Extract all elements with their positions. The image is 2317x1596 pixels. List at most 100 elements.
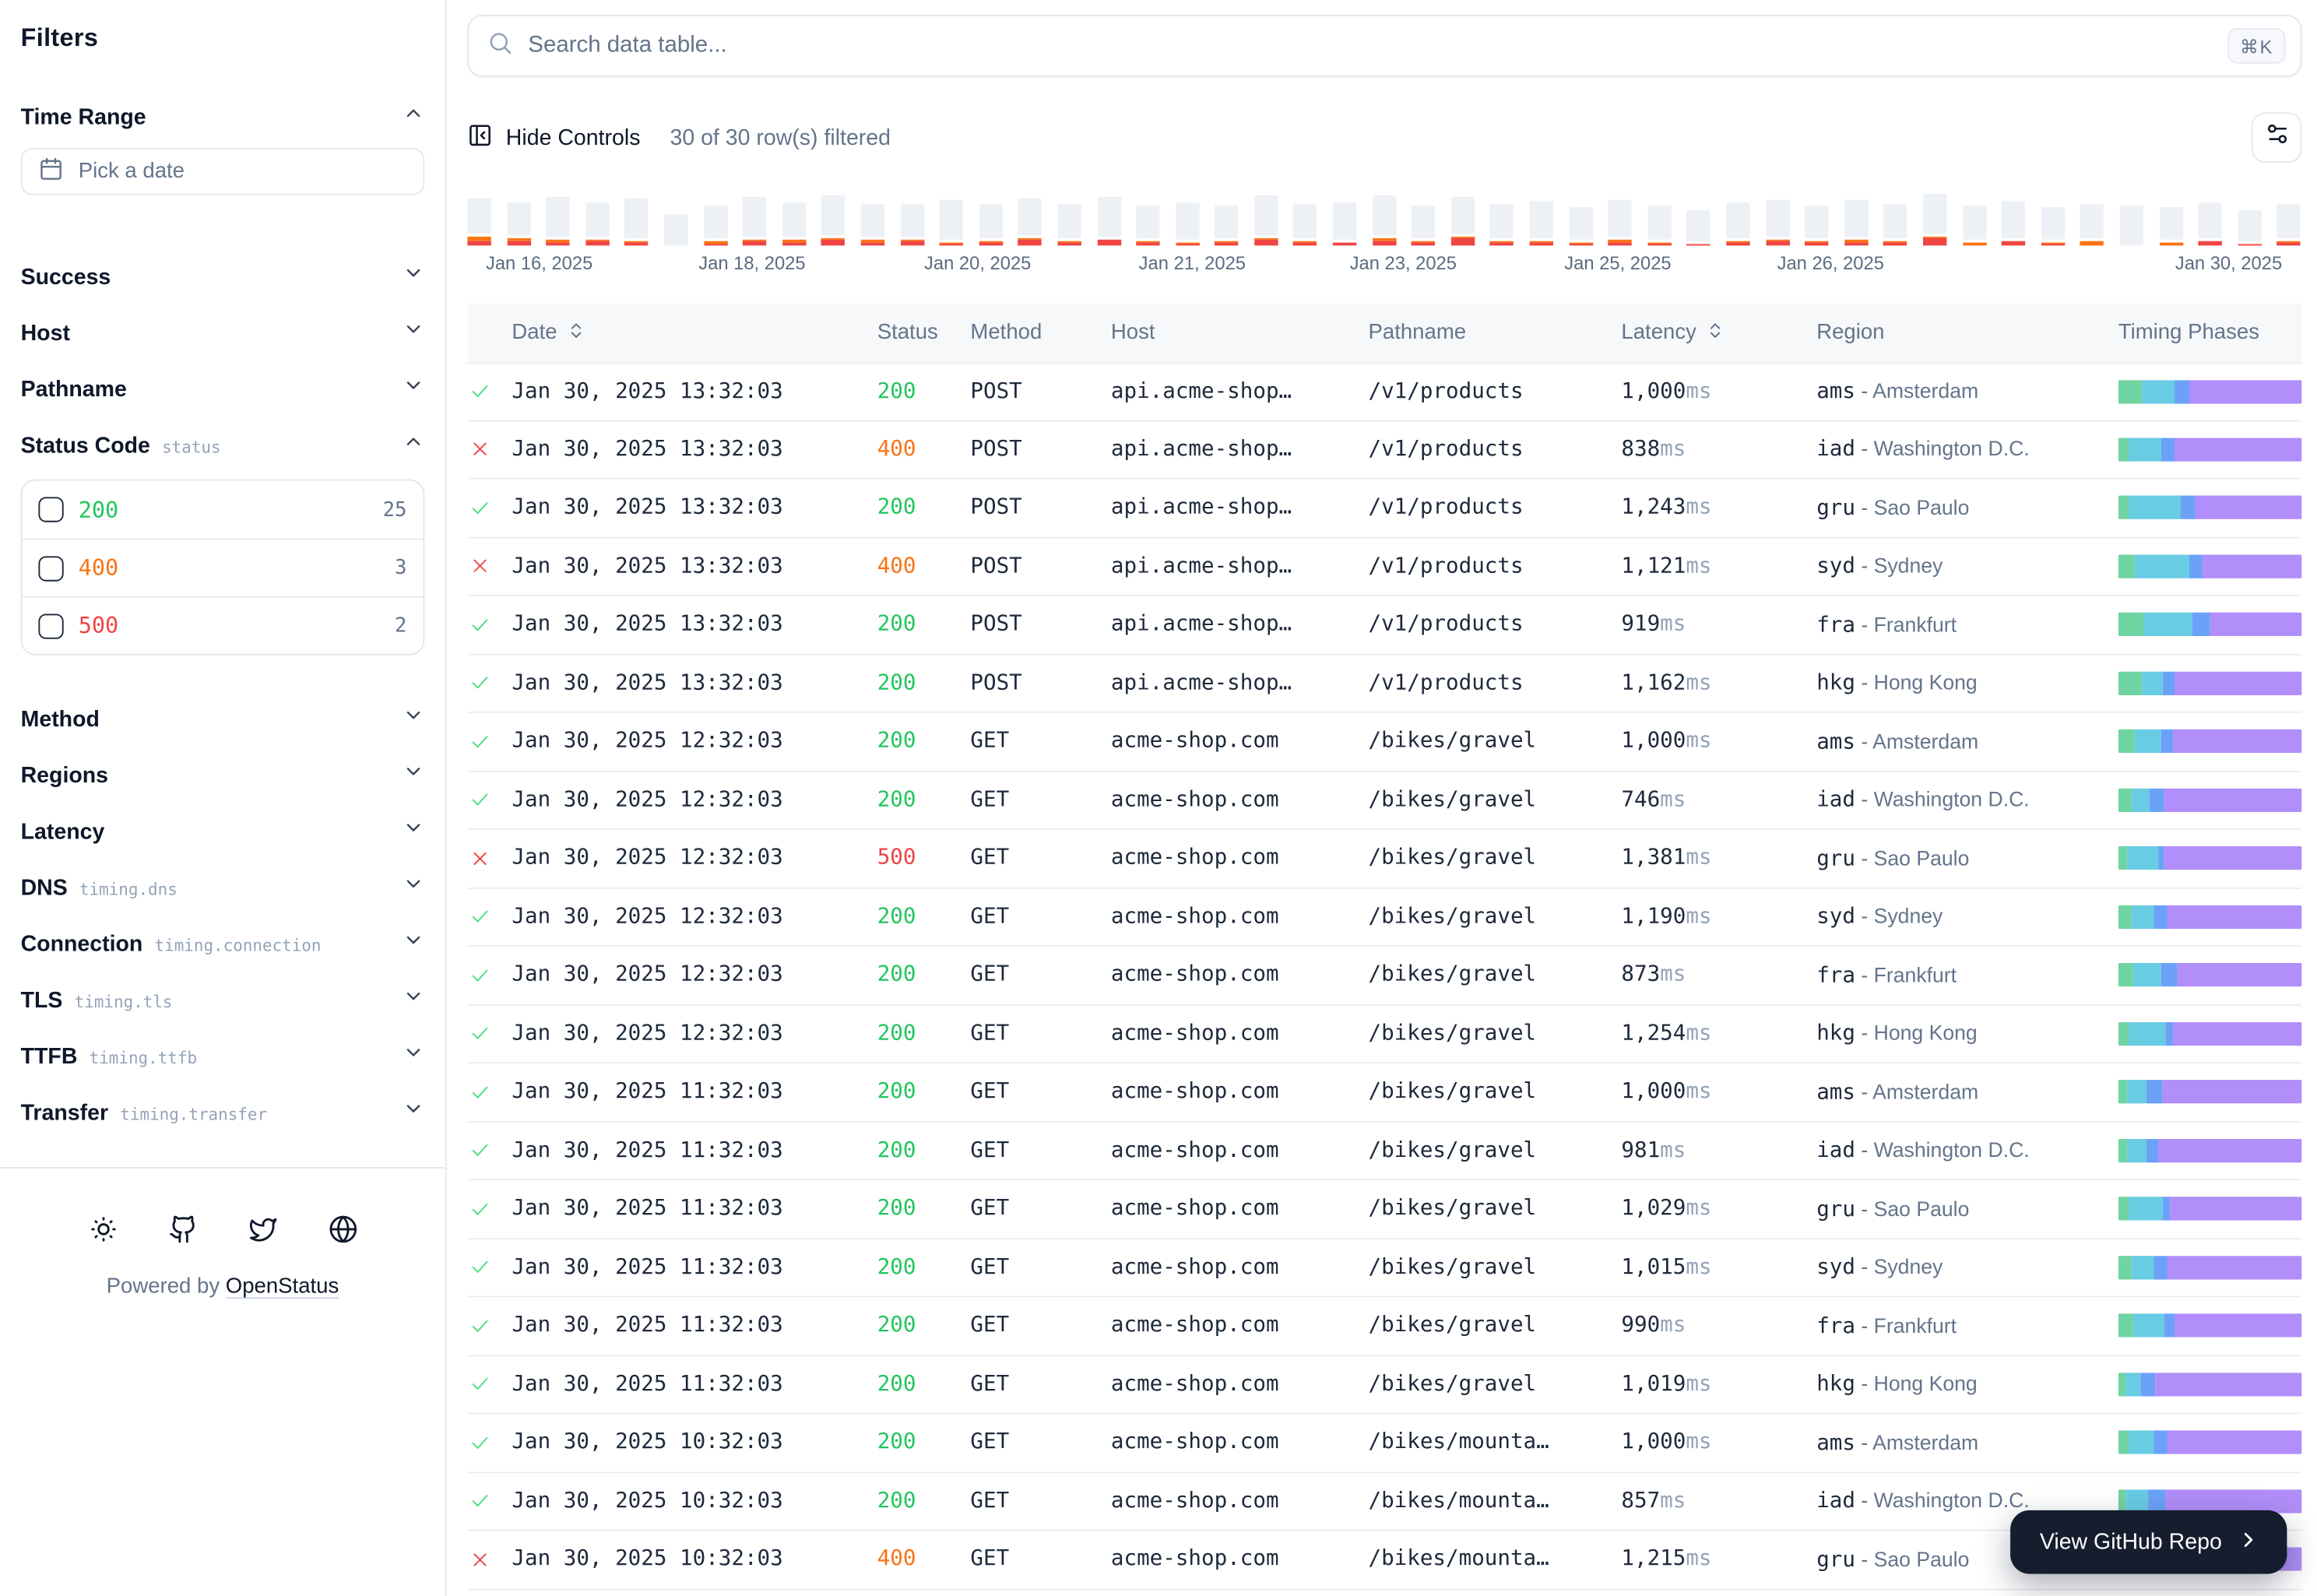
timeline-bar[interactable] bbox=[1687, 210, 1711, 246]
timeline-bar[interactable] bbox=[821, 195, 845, 246]
timeline-bar[interactable] bbox=[2041, 207, 2065, 245]
timeline-bar[interactable] bbox=[2277, 204, 2301, 245]
filter-section-connection[interactable]: Connectiontiming.connection bbox=[21, 916, 425, 972]
table-row[interactable]: Jan 30, 2025 11:32:03200GETacme-shop.com… bbox=[467, 1063, 2301, 1122]
table-row[interactable]: Jan 30, 2025 11:32:03200GETacme-shop.com… bbox=[467, 1355, 2301, 1414]
checkbox[interactable] bbox=[38, 613, 63, 638]
filter-section-time-range[interactable]: Time Range bbox=[21, 89, 425, 145]
timeline-bar[interactable] bbox=[1766, 200, 1789, 246]
timeline-bar[interactable] bbox=[1333, 202, 1356, 245]
table-row[interactable]: Jan 30, 2025 13:32:03400POSTapi.acme-sho… bbox=[467, 421, 2301, 480]
search-input[interactable]: Search data table... ⌘K bbox=[467, 15, 2301, 77]
timeline-bar[interactable] bbox=[507, 202, 530, 245]
filter-section-success[interactable]: Success bbox=[21, 248, 425, 304]
timeline-bar[interactable] bbox=[1647, 206, 1671, 245]
timeline-bar[interactable] bbox=[546, 197, 569, 246]
filter-section-transfer[interactable]: Transfertiming.transfer bbox=[21, 1085, 425, 1141]
sun-icon[interactable] bbox=[86, 1213, 119, 1246]
column-header-timing-phases[interactable]: Timing Phases bbox=[2118, 321, 2302, 344]
status-option-200[interactable]: 20025 bbox=[23, 481, 424, 539]
table-row[interactable]: Jan 30, 2025 12:32:03200GETacme-shop.com… bbox=[467, 947, 2301, 1005]
filter-section-dns[interactable]: DNStiming.dns bbox=[21, 860, 425, 916]
timeline-bar[interactable] bbox=[1057, 204, 1081, 245]
timeline-bar[interactable] bbox=[1412, 206, 1435, 245]
timeline-bar[interactable] bbox=[1805, 206, 1828, 245]
column-header-latency[interactable]: Latency bbox=[1621, 320, 1816, 345]
checkbox[interactable] bbox=[38, 555, 63, 580]
timeline-bar[interactable] bbox=[625, 199, 649, 246]
table-row[interactable]: Jan 30, 2025 13:32:03400POSTapi.acme-sho… bbox=[467, 538, 2301, 596]
table-row[interactable]: Jan 30, 2025 11:32:03200GETacme-shop.com… bbox=[467, 1297, 2301, 1355]
globe-icon[interactable] bbox=[326, 1213, 359, 1246]
column-header-pathname[interactable]: Pathname bbox=[1369, 321, 1622, 344]
table-row[interactable]: Jan 30, 2025 12:32:03500GETacme-shop.com… bbox=[467, 830, 2301, 888]
timeline-bar[interactable] bbox=[467, 199, 490, 246]
view-options-button[interactable] bbox=[2252, 112, 2302, 163]
timeline-bar[interactable] bbox=[2238, 210, 2261, 246]
table-row[interactable]: Jan 30, 2025 12:32:03200GETacme-shop.com… bbox=[467, 1005, 2301, 1063]
openstatus-link[interactable]: OpenStatus bbox=[226, 1275, 339, 1299]
filter-section-regions[interactable]: Regions bbox=[21, 747, 425, 803]
column-header-date[interactable]: Date bbox=[512, 320, 877, 345]
column-header-host[interactable]: Host bbox=[1111, 321, 1369, 344]
timeline-bar[interactable] bbox=[2002, 201, 2025, 245]
table-row[interactable]: Jan 30, 2025 12:32:03200GETacme-shop.com… bbox=[467, 713, 2301, 772]
hide-controls-button[interactable]: Hide Controls bbox=[467, 122, 640, 153]
table-row[interactable]: Jan 30, 2025 13:32:03200POSTapi.acme-sho… bbox=[467, 655, 2301, 713]
timeline-bar[interactable] bbox=[664, 215, 687, 246]
table-row[interactable]: Jan 30, 2025 13:32:03200POSTapi.acme-sho… bbox=[467, 480, 2301, 538]
timeline-bar[interactable] bbox=[1136, 206, 1159, 245]
table-row[interactable]: Jan 30, 2025 10:32:03200GETacme-shop.com… bbox=[467, 1414, 2301, 1472]
timeline-bar[interactable] bbox=[1373, 195, 1396, 246]
table-row[interactable]: Jan 30, 2025 11:32:03200GETacme-shop.com… bbox=[467, 1122, 2301, 1180]
timeline-bar[interactable] bbox=[585, 202, 609, 245]
timeline-bar[interactable] bbox=[1530, 201, 1553, 245]
timeline-bar[interactable] bbox=[2080, 204, 2104, 245]
filter-section-pathname[interactable]: Pathname bbox=[21, 361, 425, 417]
table-row[interactable]: Jan 30, 2025 13:32:03200POSTapi.acme-sho… bbox=[467, 363, 2301, 421]
timeline-bar[interactable] bbox=[979, 204, 1002, 245]
date-picker-input[interactable]: Pick a date bbox=[21, 148, 425, 195]
timeline-bar[interactable] bbox=[1609, 200, 1632, 246]
filter-section-ttfb[interactable]: TTFBtiming.ttfb bbox=[21, 1028, 425, 1085]
timeline-bar[interactable] bbox=[1883, 204, 1907, 245]
github-icon[interactable] bbox=[167, 1213, 199, 1246]
timeline-bar[interactable] bbox=[704, 206, 727, 245]
filter-section-tls[interactable]: TLStiming.tls bbox=[21, 972, 425, 1028]
filter-section-method[interactable]: Method bbox=[21, 691, 425, 747]
view-github-repo-button[interactable]: View GitHub Repo bbox=[2010, 1510, 2287, 1574]
timeline-bar[interactable] bbox=[2199, 202, 2222, 245]
timeline-bar[interactable] bbox=[2159, 207, 2182, 245]
timeline-bar[interactable] bbox=[1293, 204, 1317, 245]
timeline-bar[interactable] bbox=[1923, 194, 1946, 246]
table-row[interactable]: Jan 30, 2025 11:32:03200GETacme-shop.com… bbox=[467, 1180, 2301, 1239]
timeline-bar[interactable] bbox=[743, 197, 766, 246]
status-option-400[interactable]: 4003 bbox=[23, 539, 424, 596]
timeline-bar[interactable] bbox=[1097, 197, 1120, 246]
timeline-bar[interactable] bbox=[1176, 202, 1199, 245]
checkbox[interactable] bbox=[38, 497, 63, 522]
timeline-bar[interactable] bbox=[1569, 207, 1592, 245]
column-header-status[interactable]: Status bbox=[877, 321, 971, 344]
status-option-500[interactable]: 5002 bbox=[23, 596, 424, 654]
timeline-bar[interactable] bbox=[1254, 195, 1278, 246]
timeline-bar[interactable] bbox=[1726, 202, 1749, 245]
filter-section-host[interactable]: Host bbox=[21, 304, 425, 360]
timeline-bar[interactable] bbox=[1962, 206, 1985, 245]
filter-section-latency[interactable]: Latency bbox=[21, 803, 425, 860]
table-row[interactable]: Jan 30, 2025 12:32:03200GETacme-shop.com… bbox=[467, 888, 2301, 947]
column-header-region[interactable]: Region bbox=[1816, 321, 2118, 344]
table-row[interactable]: Jan 30, 2025 13:32:03200POSTapi.acme-sho… bbox=[467, 596, 2301, 655]
table-row[interactable]: Jan 30, 2025 12:32:03200GETacme-shop.com… bbox=[467, 772, 2301, 830]
timeline-bar[interactable] bbox=[1490, 204, 1514, 245]
timeline-bar[interactable] bbox=[861, 204, 884, 245]
filter-section-status-code[interactable]: Status Codestatus bbox=[21, 417, 425, 473]
timeline-bar[interactable] bbox=[940, 200, 963, 246]
column-header-method[interactable]: Method bbox=[970, 321, 1111, 344]
timeline-bar[interactable] bbox=[1451, 197, 1475, 246]
timeline-bar[interactable] bbox=[1018, 199, 1042, 246]
twitter-icon[interactable] bbox=[246, 1213, 279, 1246]
timeline-bar[interactable] bbox=[782, 202, 806, 245]
timeline-bar[interactable] bbox=[1844, 200, 1868, 246]
timeline-bar[interactable] bbox=[2120, 206, 2143, 245]
